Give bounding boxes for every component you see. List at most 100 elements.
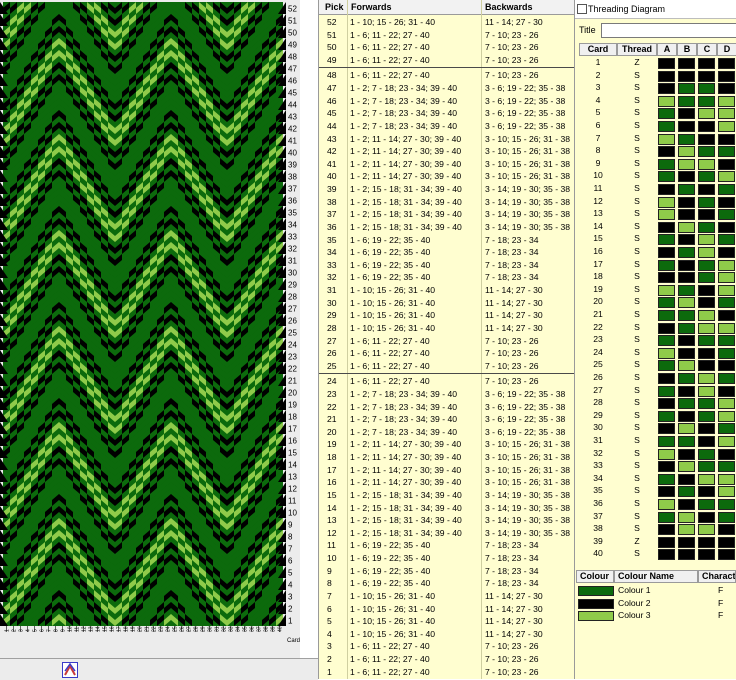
pick-row[interactable]: 46 1 - 2; 7 - 18; 23 - 34; 39 - 40 3 - 6; … <box>319 95 575 108</box>
hole-color-cell[interactable] <box>698 247 715 258</box>
pick-row[interactable]: 44 1 - 2; 7 - 18; 23 - 34; 39 - 40 3 - 6; … <box>319 120 575 133</box>
hole-color-cell[interactable] <box>658 70 675 82</box>
hole-color-cell[interactable] <box>658 410 675 422</box>
thread-direction[interactable]: S <box>617 271 657 281</box>
pick-row[interactable]: 47 1 - 2; 7 - 18; 23 - 34; 39 - 40 3 - 6; … <box>319 82 575 95</box>
hole-a-header[interactable]: A <box>657 43 677 56</box>
pick-row[interactable]: 17 1 - 2; 11 - 14; 27 - 30; 39 - 40 3 - 10… <box>319 464 575 477</box>
hole-color-cell[interactable] <box>718 234 735 246</box>
hole-color-cell[interactable] <box>698 398 715 410</box>
pick-row[interactable]: 16 1 - 2; 11 - 14; 27 - 30; 39 - 40 3 - 10… <box>319 476 575 489</box>
hole-color-cell[interactable] <box>678 58 695 69</box>
hole-color-cell[interactable] <box>678 423 695 435</box>
hole-color-cell[interactable] <box>718 398 735 410</box>
hole-color-cell[interactable] <box>718 121 735 132</box>
hole-color-cell[interactable] <box>678 108 695 120</box>
hole-color-cell[interactable] <box>658 524 675 536</box>
hole-color-cell[interactable] <box>698 221 715 233</box>
hole-color-cell[interactable] <box>658 121 675 132</box>
hole-color-cell[interactable] <box>678 385 695 397</box>
pick-row[interactable]: 1 1 - 6; 11 - 22; 27 - 40 7 - 10; 23 - 26 <box>319 666 575 679</box>
hole-color-cell[interactable] <box>698 410 715 422</box>
thread-direction[interactable]: S <box>617 548 657 558</box>
thread-direction[interactable]: S <box>617 158 657 168</box>
hole-color-cell[interactable] <box>718 461 735 473</box>
hole-color-cell[interactable] <box>698 423 715 435</box>
hole-color-cell[interactable] <box>658 146 675 158</box>
colour-row[interactable]: Colour 1 F <box>576 585 736 597</box>
title-input[interactable] <box>601 23 736 38</box>
hole-color-cell[interactable] <box>718 373 735 384</box>
hole-color-cell[interactable] <box>718 410 735 422</box>
hole-color-cell[interactable] <box>658 108 675 120</box>
hole-color-cell[interactable] <box>678 536 695 548</box>
hole-color-cell[interactable] <box>698 184 715 195</box>
hole-color-cell[interactable] <box>718 95 735 107</box>
pick-row[interactable]: 20 1 - 2; 7 - 18; 23 - 34; 39 - 40 3 - 6; … <box>319 426 575 439</box>
thread-direction[interactable]: S <box>617 95 657 105</box>
hole-color-cell[interactable] <box>718 158 735 170</box>
pick-row[interactable]: 25 1 - 6; 11 - 22; 27 - 40 7 - 10; 23 - 26 <box>319 360 575 373</box>
pick-row[interactable]: 11 1 - 6; 19 - 22; 35 - 40 7 - 18; 23 - 34 <box>319 539 575 552</box>
hole-color-cell[interactable] <box>698 385 715 397</box>
thread-direction[interactable]: S <box>617 410 657 420</box>
pick-row[interactable]: 7 1 - 10; 15 - 26; 31 - 40 11 - 14; 27 - 3… <box>319 590 575 603</box>
pick-row[interactable]: 35 1 - 6; 19 - 22; 35 - 40 7 - 18; 23 - 34 <box>319 234 575 247</box>
hole-color-cell[interactable] <box>678 284 695 296</box>
hole-color-cell[interactable] <box>658 499 675 510</box>
hole-color-cell[interactable] <box>658 209 675 221</box>
hole-color-cell[interactable] <box>718 221 735 233</box>
hole-color-cell[interactable] <box>658 373 675 384</box>
hole-color-cell[interactable] <box>678 247 695 258</box>
hole-d-header[interactable]: D <box>717 43 736 56</box>
hole-color-cell[interactable] <box>678 259 695 271</box>
thread-direction[interactable]: S <box>617 259 657 269</box>
pick-row[interactable]: 4 1 - 10; 15 - 26; 31 - 40 11 - 14; 27 - 3… <box>319 628 575 641</box>
pick-row[interactable]: 52 1 - 10; 15 - 26; 31 - 40 11 - 14; 27 - … <box>319 16 575 29</box>
thread-direction[interactable]: Z <box>617 536 657 546</box>
hole-color-cell[interactable] <box>718 297 735 309</box>
pick-row[interactable]: 3 1 - 6; 11 - 22; 27 - 40 7 - 10; 23 - 26 <box>319 640 575 653</box>
thread-direction[interactable]: S <box>617 309 657 319</box>
pick-row[interactable]: 13 1 - 2; 15 - 18; 31 - 34; 39 - 40 3 - 14… <box>319 514 575 527</box>
pick-header[interactable]: Pick <box>325 2 344 12</box>
thread-header[interactable]: Thread <box>617 43 657 56</box>
hole-color-cell[interactable] <box>658 322 675 334</box>
pick-row[interactable]: 5 1 - 10; 15 - 26; 31 - 40 11 - 14; 27 - 3… <box>319 615 575 628</box>
pick-row[interactable]: 30 1 - 10; 15 - 26; 31 - 40 11 - 14; 27 - … <box>319 297 575 310</box>
colour-header[interactable]: Colour <box>576 570 614 583</box>
hole-color-cell[interactable] <box>698 486 715 498</box>
hole-color-cell[interactable] <box>658 473 675 485</box>
hole-color-cell[interactable] <box>698 347 715 359</box>
hole-color-cell[interactable] <box>658 385 675 397</box>
thread-direction[interactable]: S <box>617 359 657 369</box>
hole-color-cell[interactable] <box>658 171 675 183</box>
hole-color-cell[interactable] <box>698 259 715 271</box>
hole-color-cell[interactable] <box>678 360 695 372</box>
hole-color-cell[interactable] <box>698 360 715 372</box>
hole-color-cell[interactable] <box>678 158 695 170</box>
hole-color-cell[interactable] <box>658 536 675 548</box>
thread-direction[interactable]: S <box>617 347 657 357</box>
hole-color-cell[interactable] <box>698 133 715 145</box>
thread-direction[interactable]: S <box>617 246 657 256</box>
hole-color-cell[interactable] <box>658 310 675 321</box>
hole-color-cell[interactable] <box>698 549 715 561</box>
thread-direction[interactable]: S <box>617 473 657 483</box>
hole-color-cell[interactable] <box>658 58 675 69</box>
pick-row[interactable]: 28 1 - 10; 15 - 26; 31 - 40 11 - 14; 27 - … <box>319 322 575 335</box>
pick-row[interactable]: 37 1 - 2; 15 - 18; 31 - 34; 39 - 40 3 - 14… <box>319 208 575 221</box>
pick-row[interactable]: 9 1 - 6; 19 - 22; 35 - 40 7 - 18; 23 - 34 <box>319 565 575 578</box>
hole-color-cell[interactable] <box>718 335 735 347</box>
hole-color-cell[interactable] <box>718 259 735 271</box>
hole-color-cell[interactable] <box>698 297 715 309</box>
hole-color-cell[interactable] <box>658 158 675 170</box>
thread-direction[interactable]: S <box>617 385 657 395</box>
hole-color-cell[interactable] <box>678 473 695 485</box>
hole-b-header[interactable]: B <box>677 43 697 56</box>
pick-row[interactable]: 49 1 - 6; 11 - 22; 27 - 40 7 - 10; 23 - 26 <box>319 54 575 67</box>
hole-color-cell[interactable] <box>658 83 675 95</box>
pick-row[interactable]: 24 1 - 6; 11 - 22; 27 - 40 7 - 10; 23 - 26 <box>319 375 575 388</box>
thread-direction[interactable]: S <box>617 397 657 407</box>
thread-direction[interactable]: S <box>617 322 657 332</box>
